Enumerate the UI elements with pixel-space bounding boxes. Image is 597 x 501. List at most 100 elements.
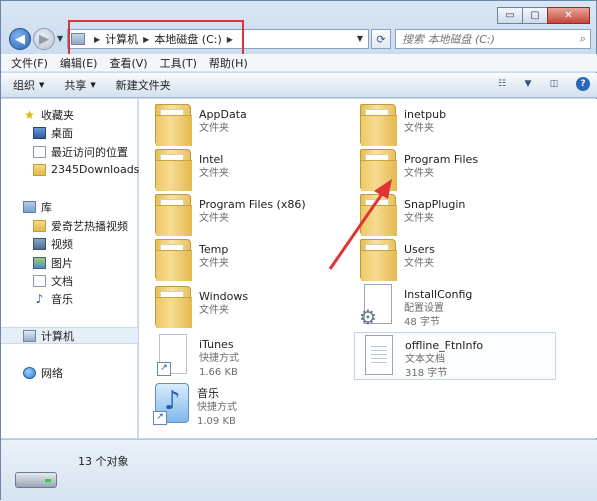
nav-pictures[interactable]: 图片	[1, 254, 138, 271]
item-type: 快捷方式	[197, 402, 237, 413]
breadcrumb-separator-icon[interactable]: ▶	[143, 35, 149, 44]
item-name: AppData	[199, 108, 247, 121]
list-item[interactable]: offline_FtnInfo 文本文档 318 字节	[354, 332, 556, 380]
nav-label: 桌面	[51, 126, 73, 140]
item-size: 318 字节	[405, 368, 448, 379]
item-name: inetpub	[404, 108, 447, 121]
organize-label: 组织	[13, 79, 35, 92]
search-input[interactable]	[396, 30, 566, 48]
menu-edit[interactable]: 编辑(E)	[60, 55, 98, 71]
item-type: 文件夹	[199, 305, 229, 316]
refresh-button[interactable]: ⟳	[371, 29, 391, 49]
breadcrumb-local-disk[interactable]: 本地磁盘 (C:)	[154, 31, 221, 47]
folder-icon	[155, 104, 192, 146]
nav-documents[interactable]: 文档	[1, 272, 138, 289]
desktop-icon	[33, 126, 46, 139]
preview-pane-icon[interactable]: ◫	[546, 77, 562, 91]
new-folder-button[interactable]: 新建文件夹	[116, 77, 171, 93]
nav-label: 库	[41, 200, 52, 214]
star-icon: ★	[24, 107, 35, 122]
organize-button[interactable]: 组织 ▼	[13, 77, 44, 93]
folder-icon	[155, 239, 192, 281]
window-controls: ▭ ▢ ✕	[497, 7, 590, 24]
list-item[interactable]: Users 文件夹	[360, 239, 560, 283]
search-box[interactable]: ⌕	[395, 29, 591, 49]
close-button[interactable]: ✕	[547, 7, 590, 24]
list-item[interactable]: 音乐快捷方式 1.09 KB	[153, 383, 355, 427]
view-dropdown-icon[interactable]: ▼	[520, 77, 536, 91]
item-name: Intel	[199, 153, 224, 166]
nav-iqiyi-videos[interactable]: 爱奇艺热播视频	[1, 217, 138, 234]
item-name: Temp	[199, 243, 229, 256]
nav-label: 图片	[51, 256, 73, 270]
back-button[interactable]: ◀	[9, 28, 31, 50]
nav-favorites[interactable]: ★ 收藏夹	[1, 106, 138, 123]
list-item[interactable]: Program Files 文件夹	[360, 149, 560, 193]
nav-label: 爱奇艺热播视频	[51, 219, 128, 233]
item-type: 文件夹	[199, 168, 229, 179]
search-icon[interactable]: ⌕	[580, 32, 586, 46]
menu-bar: 文件(F) 编辑(E) 查看(V) 工具(T) 帮助(H)	[1, 54, 597, 72]
address-dropdown-icon[interactable]: ▼	[357, 34, 363, 43]
nav-downloads[interactable]: 2345Downloads	[1, 161, 139, 178]
help-icon[interactable]: ?	[576, 77, 590, 91]
chevron-down-icon: ▼	[90, 81, 96, 89]
list-item[interactable]: Windows 文件夹	[155, 286, 355, 330]
address-bar[interactable]: ▶ 计算机 ▶ 本地磁盘 (C:) ▶ ▼	[67, 20, 369, 58]
nav-recent-places[interactable]: 最近访问的位置	[1, 143, 138, 160]
list-item[interactable]: InstallConfig 配置设置 48 字节	[359, 284, 560, 329]
navigation-pane: ★ 收藏夹 桌面 最近访问的位置 2345Downloads 库 爱奇艺热播视频 …	[1, 99, 139, 438]
minimize-button[interactable]: ▭	[497, 7, 523, 24]
refresh-icon: ⟳	[376, 32, 386, 46]
item-size: 48 字节	[404, 317, 440, 328]
folder-icon	[155, 286, 192, 328]
forward-button[interactable]: ▶	[33, 28, 55, 50]
item-name: 音乐	[197, 387, 219, 400]
change-view-icon[interactable]: ☷	[494, 77, 510, 91]
music-shortcut-icon	[153, 383, 189, 425]
network-icon	[23, 366, 36, 379]
list-item[interactable]: Program Files (x86) 文件夹	[155, 194, 355, 238]
list-item[interactable]: Intel 文件夹	[155, 149, 355, 193]
explorer-window: ▭ ▢ ✕ ◀ ▶ ▼ ▶ 计算机 ▶ 本地磁盘 (C:) ▶ ▼ ⟳ ⌕ 文件…	[0, 0, 597, 501]
nav-computer[interactable]: 计算机	[1, 327, 138, 344]
share-label: 共享	[64, 79, 87, 92]
list-item[interactable]: inetpub 文件夹	[360, 104, 560, 148]
nav-music[interactable]: ♪ 音乐	[1, 290, 138, 307]
folder-icon	[155, 194, 192, 236]
recent-pages-dropdown[interactable]: ▼	[57, 34, 63, 43]
nav-label: 最近访问的位置	[51, 145, 128, 159]
nav-videos[interactable]: 视频	[1, 235, 138, 252]
breadcrumb-separator-icon[interactable]: ▶	[94, 35, 100, 44]
file-list: AppData 文件夹 inetpub 文件夹 Intel 文件夹 Program F…	[139, 99, 597, 438]
nav-desktop[interactable]: 桌面	[1, 124, 138, 141]
folder-icon	[360, 149, 397, 191]
menu-help[interactable]: 帮助(H)	[209, 55, 248, 71]
menu-tools[interactable]: 工具(T)	[160, 55, 197, 71]
breadcrumb-computer[interactable]: 计算机	[105, 31, 138, 47]
share-button[interactable]: 共享 ▼	[64, 77, 95, 93]
breadcrumb-separator-icon[interactable]: ▶	[227, 35, 233, 44]
item-type: 文件夹	[404, 258, 434, 269]
computer-icon	[23, 329, 36, 342]
item-size: 1.66 KB	[199, 367, 238, 378]
documents-icon	[33, 274, 46, 287]
list-item[interactable]: SnapPlugin 文件夹	[360, 194, 560, 238]
list-item[interactable]: iTunes 快捷方式 1.66 KB	[155, 334, 355, 378]
item-name: offline_FtnInfo	[405, 339, 484, 352]
nav-network[interactable]: 网络	[1, 364, 138, 381]
menu-view[interactable]: 查看(V)	[109, 55, 147, 71]
nav-libraries[interactable]: 库	[1, 198, 138, 215]
item-name: Windows	[199, 290, 249, 303]
list-item[interactable]: AppData 文件夹	[155, 104, 355, 148]
pictures-icon	[33, 256, 46, 269]
maximize-button[interactable]: ▢	[522, 7, 548, 24]
item-name: Program Files	[404, 153, 479, 166]
item-name: iTunes	[199, 338, 234, 351]
item-type: 配置设置	[404, 303, 444, 314]
nav-label: 文档	[51, 274, 73, 288]
list-item[interactable]: Temp 文件夹	[155, 239, 355, 283]
item-count: 13 个对象	[78, 455, 129, 468]
menu-file[interactable]: 文件(F)	[11, 55, 48, 71]
item-type: 文件夹	[199, 258, 229, 269]
